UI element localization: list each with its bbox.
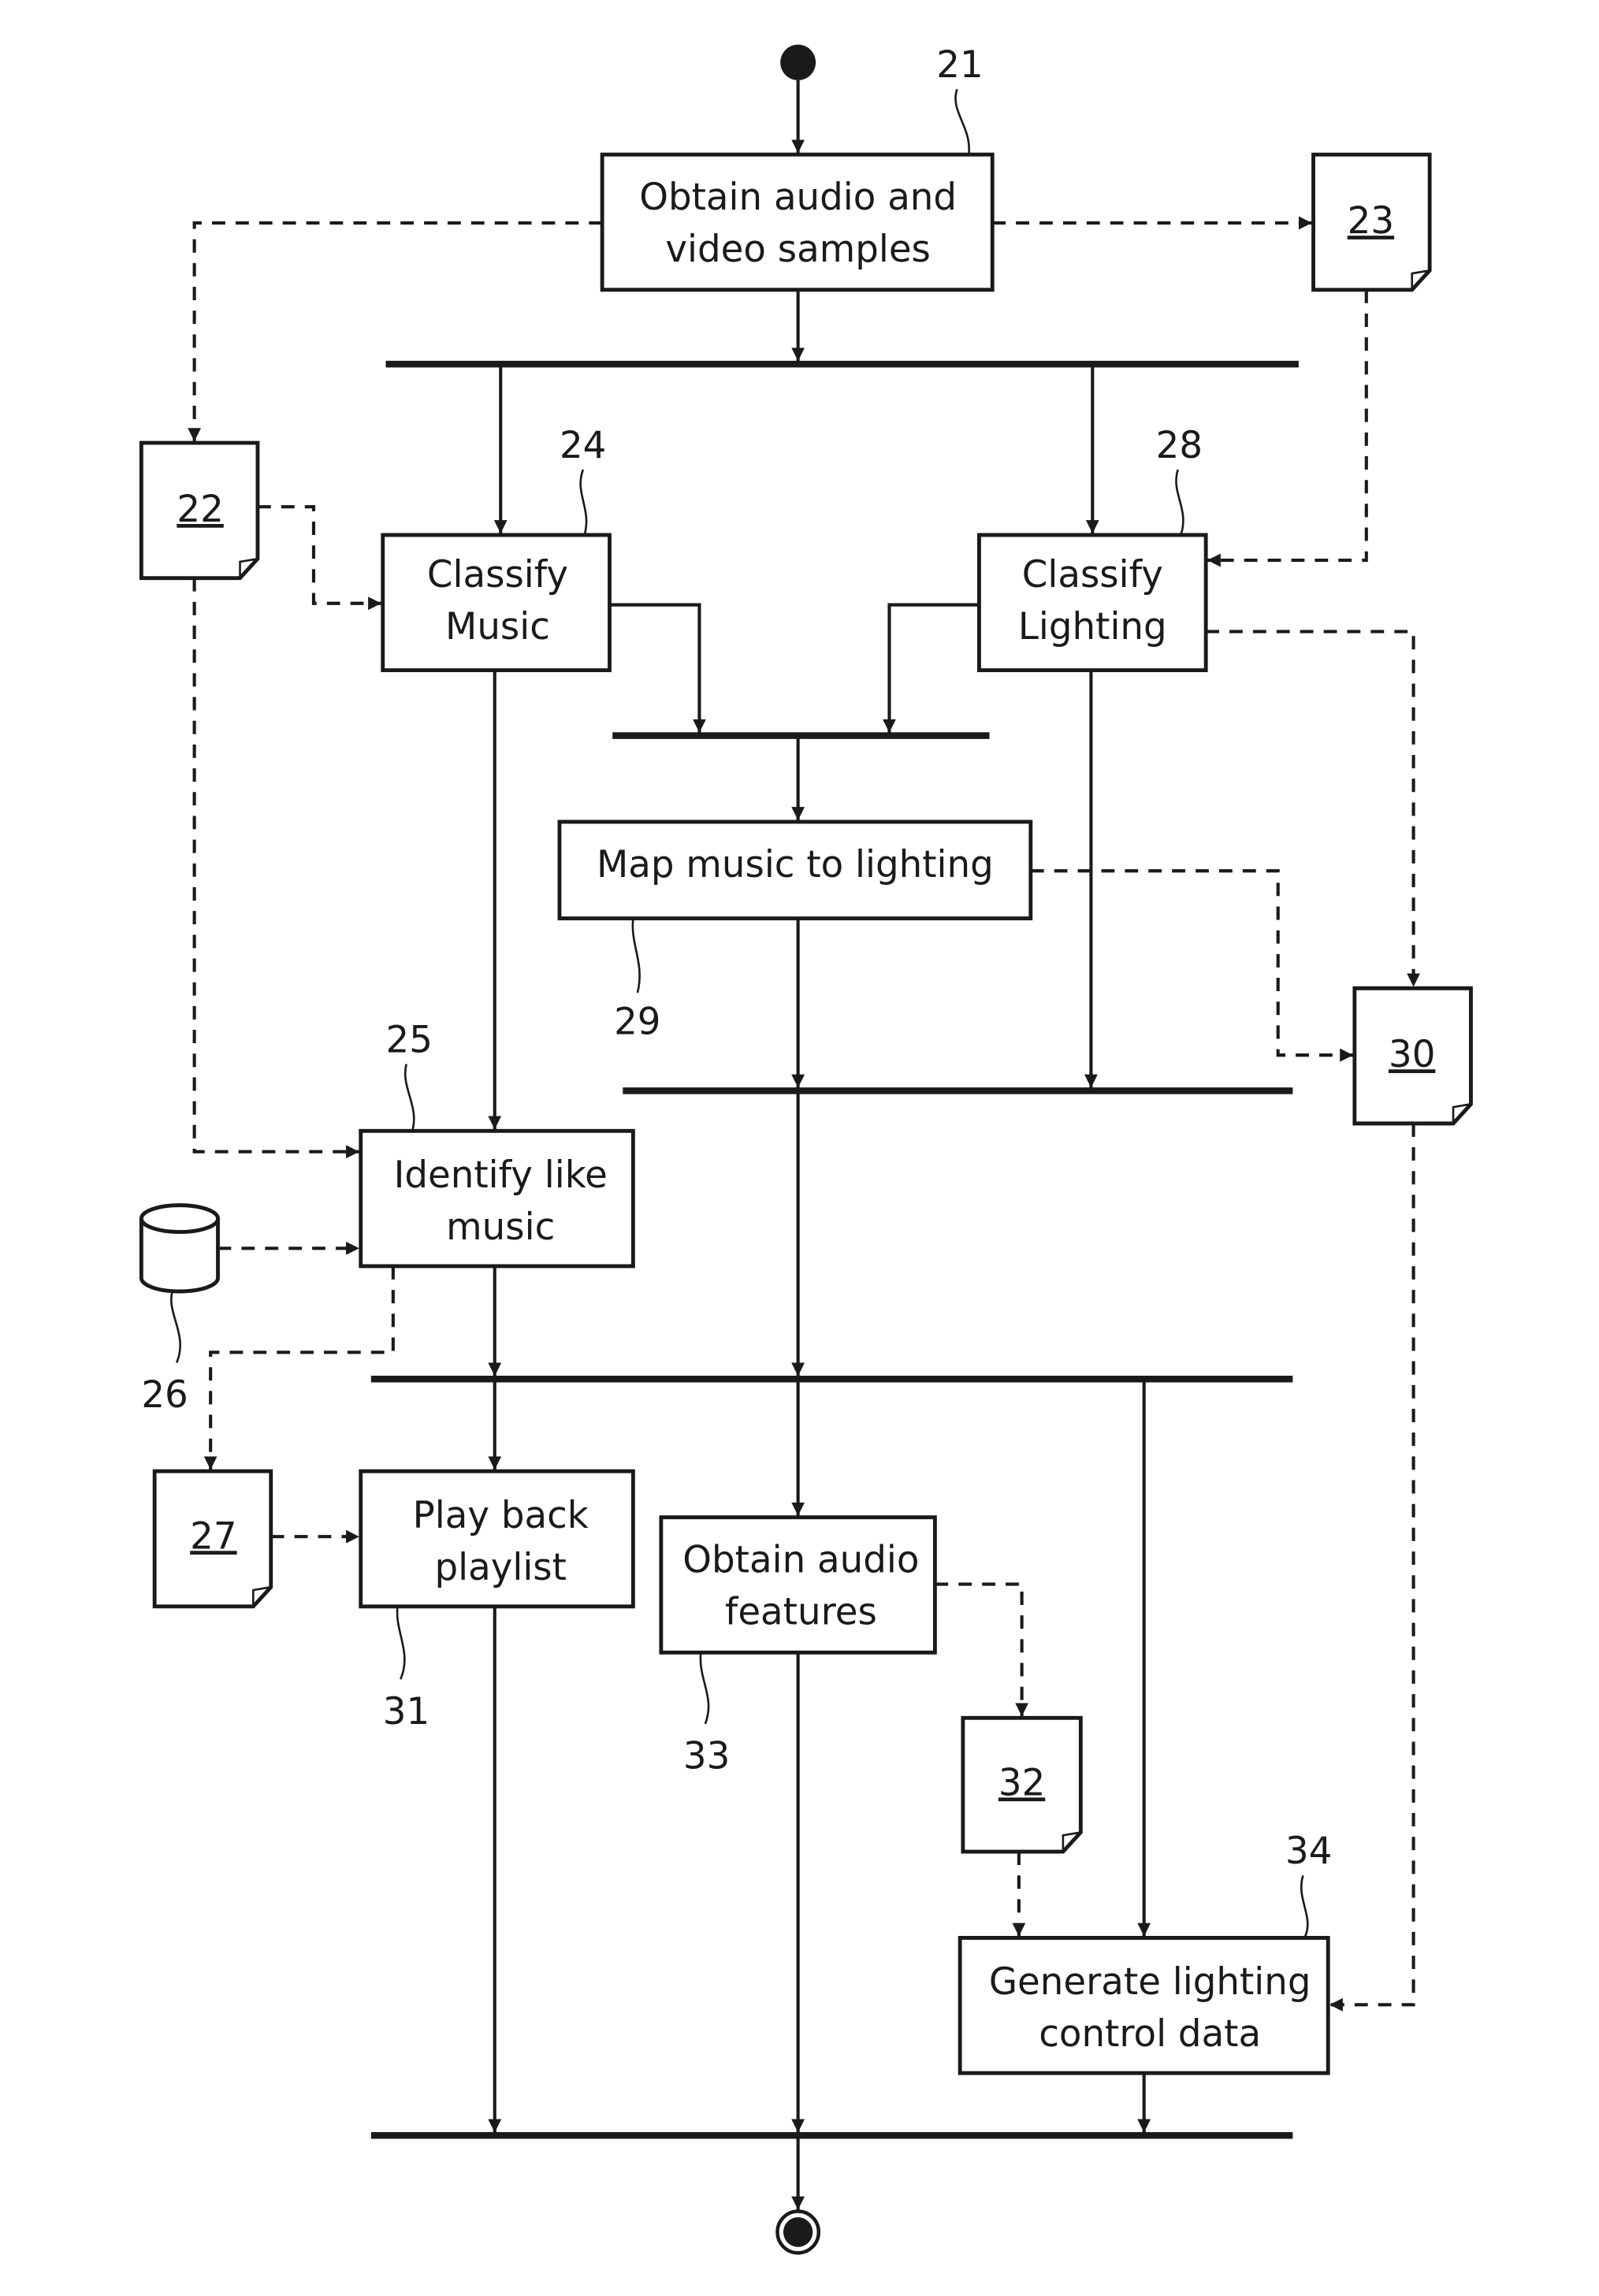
doc-23-label: 23 bbox=[1348, 199, 1394, 243]
edge-doc-22-to-24 bbox=[257, 505, 381, 611]
action-map-music-to-lighting: Map music to lighting bbox=[557, 819, 1033, 921]
ref-label-25: 25 bbox=[386, 1018, 433, 1061]
edge-29-to-doc-30 bbox=[1030, 869, 1353, 1062]
leader-25 bbox=[403, 1064, 415, 1131]
ref-label-34: 34 bbox=[1285, 1830, 1332, 1873]
leader-29 bbox=[631, 918, 641, 994]
action-obtain-audio-features: Obtain audio features bbox=[659, 1515, 937, 1655]
action-33-line-2: features bbox=[725, 1590, 877, 1633]
document-32: 32 bbox=[961, 1715, 1083, 1854]
leader-21 bbox=[954, 88, 970, 155]
action-generate-lighting-control-data: Generate lighting control data bbox=[958, 1936, 1330, 2075]
action-28-line-2: Lighting bbox=[1018, 605, 1167, 648]
action-21-line-2: video samples bbox=[665, 228, 931, 271]
ref-label-21: 21 bbox=[936, 43, 983, 87]
action-24-line-2: Music bbox=[445, 605, 550, 648]
final-node bbox=[775, 2209, 821, 2255]
edge-28-to-doc-30 bbox=[1206, 630, 1420, 987]
action-34-line-2: control data bbox=[1039, 2012, 1261, 2056]
ref-label-26: 26 bbox=[141, 1373, 188, 1417]
action-classify-music: Classify Music bbox=[381, 533, 612, 673]
document-30: 30 bbox=[1352, 986, 1473, 1126]
ref-label-28: 28 bbox=[1156, 424, 1203, 467]
action-25-line-1: Identify like bbox=[394, 1154, 608, 1197]
doc-27-label: 27 bbox=[190, 1514, 236, 1558]
leader-28 bbox=[1175, 469, 1184, 536]
leader-31 bbox=[396, 1606, 406, 1680]
edge-33-to-doc-32 bbox=[935, 1582, 1029, 1717]
edge-doc-22-to-25 bbox=[192, 578, 359, 1159]
doc-30-label: 30 bbox=[1389, 1033, 1435, 1076]
action-identify-like-music: Identify like music bbox=[359, 1128, 635, 1269]
document-27: 27 bbox=[152, 1469, 273, 1609]
activity-diagram: Obtain audio and video samples 21 22 23 … bbox=[139, 43, 1473, 2255]
action-obtain-audio-video-samples: Obtain audio and video samples bbox=[600, 152, 995, 292]
ref-label-33: 33 bbox=[683, 1734, 730, 1778]
action-31-line-2: playlist bbox=[434, 1546, 566, 1589]
ref-label-31: 31 bbox=[383, 1690, 429, 1733]
action-33-line-1: Obtain audio bbox=[682, 1538, 919, 1581]
edge-24-to-join2 bbox=[609, 603, 706, 733]
edge-21-to-doc-22 bbox=[188, 221, 603, 442]
action-29-line-1: Map music to lighting bbox=[597, 843, 994, 886]
action-classify-lighting: Classify Lighting bbox=[977, 533, 1208, 673]
edge-doc-23-to-28 bbox=[1207, 289, 1368, 567]
ref-label-29: 29 bbox=[614, 1001, 660, 1044]
action-31-line-1: Play back bbox=[413, 1494, 589, 1537]
doc-32-label: 32 bbox=[998, 1761, 1045, 1804]
start-node bbox=[780, 44, 816, 80]
edge-doc-30-to-34 bbox=[1329, 1123, 1415, 2012]
action-28-line-1: Classify bbox=[1022, 553, 1163, 596]
leader-26 bbox=[170, 1291, 181, 1364]
document-22: 22 bbox=[139, 440, 260, 581]
leader-24 bbox=[579, 469, 588, 536]
action-34-line-1: Generate lighting bbox=[989, 1960, 1311, 2004]
doc-22-label: 22 bbox=[177, 488, 223, 531]
ref-label-24: 24 bbox=[560, 424, 606, 467]
document-23: 23 bbox=[1311, 152, 1432, 292]
action-play-back-playlist: Play back playlist bbox=[359, 1469, 635, 1609]
edge-28-to-join2 bbox=[883, 603, 980, 733]
action-24-line-1: Classify bbox=[427, 553, 568, 596]
database-26-icon bbox=[139, 1203, 220, 1294]
action-21-line-1: Obtain audio and bbox=[639, 176, 957, 219]
action-25-line-2: music bbox=[446, 1206, 555, 1249]
leader-34 bbox=[1300, 1874, 1309, 1939]
leader-33 bbox=[699, 1652, 710, 1725]
edge-25-to-doc-27 bbox=[203, 1265, 395, 1470]
